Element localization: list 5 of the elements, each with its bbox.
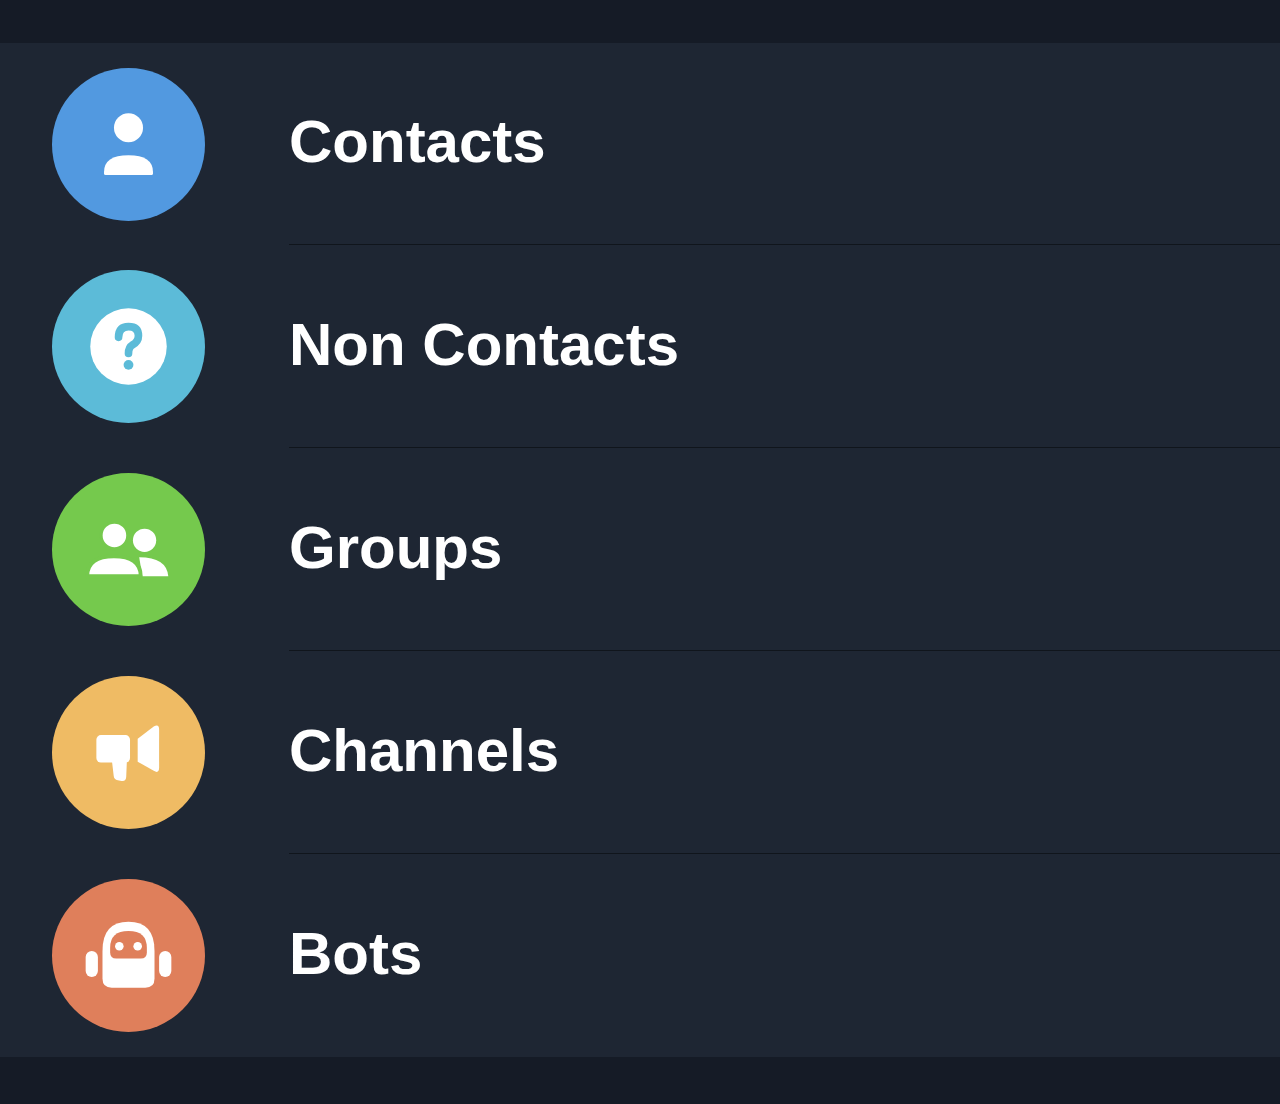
chat-type-item[interactable]: Contacts [0,43,1280,245]
chat-type-item[interactable]: Non Contacts [0,245,1280,448]
chat-type-item[interactable]: Groups [0,448,1280,651]
chat-type-item[interactable]: Bots [0,854,1280,1057]
chat-type-item[interactable]: Channels [0,651,1280,854]
